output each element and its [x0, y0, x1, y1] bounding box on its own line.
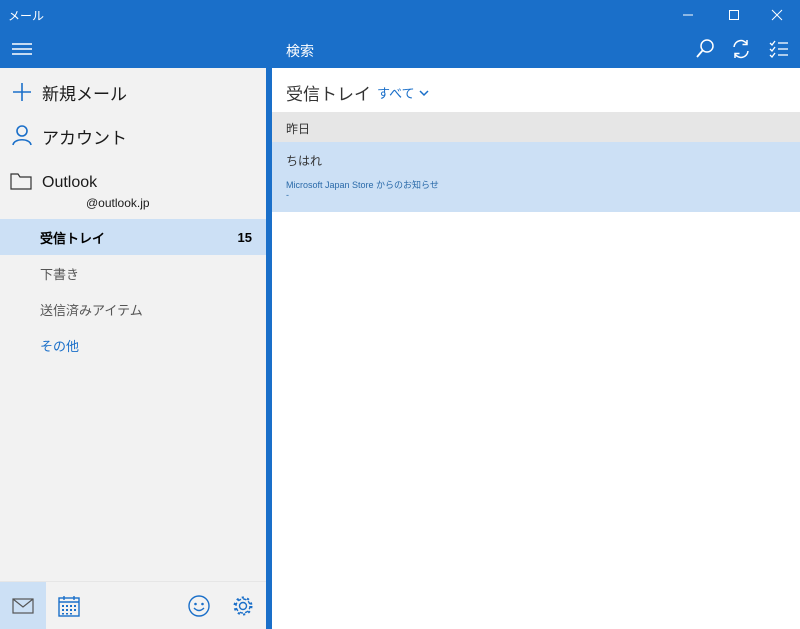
hamburger-icon [12, 43, 32, 55]
window-title: メール [8, 9, 45, 23]
title-bar: メール [0, 0, 800, 30]
mail-switch-button[interactable] [0, 582, 46, 629]
message-preview-extra: - [286, 190, 289, 200]
selection-mode-button[interactable] [768, 38, 790, 60]
app-switcher-bar [0, 581, 266, 629]
message-sender: ちはれ [286, 154, 323, 168]
filter-dropdown[interactable]: すべて [377, 83, 429, 102]
date-group-header: 昨日 [272, 112, 800, 142]
close-icon [771, 9, 783, 21]
sync-icon [733, 39, 749, 59]
unread-count: 15 [237, 229, 252, 245]
settings-icon [233, 596, 253, 616]
select-mode-icon [769, 40, 788, 58]
nav-header [0, 30, 266, 68]
account-email: @outlook.jp [86, 196, 150, 210]
date-group-label: 昨日 [286, 122, 311, 136]
search-bar: 検索 [272, 30, 800, 68]
folder-label: 送信済みアイテム [40, 302, 143, 318]
folder-sent[interactable]: 送信済みアイテム [0, 291, 266, 327]
account-entry[interactable]: Outlook @outlook.jp [0, 165, 266, 217]
folder-title: 受信トレイ [286, 85, 371, 104]
message-preview: Microsoft Japan Store からのお知らせ [286, 180, 439, 190]
chevron-down-icon [419, 89, 429, 96]
minimize-icon [683, 14, 693, 16]
folder-label: 下書き [40, 266, 80, 282]
new-mail-label: 新規メール [42, 84, 127, 104]
hamburger-button[interactable] [12, 40, 32, 58]
account-name: Outlook [42, 174, 98, 191]
sync-button[interactable] [730, 38, 752, 60]
more-folders-link[interactable]: その他 [0, 327, 266, 363]
search-label[interactable]: 検索 [286, 41, 314, 61]
folder-icon [10, 173, 32, 190]
more-label: その他 [40, 338, 80, 354]
account-button[interactable]: アカウント [0, 116, 266, 156]
smiley-icon [188, 595, 210, 617]
maximize-icon [729, 10, 739, 20]
message-list-pane: 検索 受信トレイ すべて 昨日 ちはれ Microsoft Japan Stor… [272, 30, 800, 629]
message-list-item[interactable]: ちはれ Microsoft Japan Store からのお知らせ - [272, 142, 800, 212]
person-icon [12, 125, 32, 146]
search-icon [696, 39, 714, 58]
maximize-button[interactable] [711, 0, 757, 30]
plus-icon [13, 83, 31, 101]
search-button[interactable] [694, 38, 716, 60]
calendar-switch-button[interactable] [46, 582, 92, 629]
feedback-button[interactable] [176, 582, 222, 629]
navigation-pane: 新規メール アカウント Outlook @outlook.jp 受信トレイ 15… [0, 30, 266, 629]
folder-drafts[interactable]: 下書き [0, 255, 266, 291]
folder-inbox[interactable]: 受信トレイ 15 [0, 219, 266, 255]
filter-label: すべて [377, 86, 415, 101]
mail-icon [12, 598, 34, 614]
new-mail-button[interactable]: 新規メール [0, 72, 266, 112]
close-button[interactable] [754, 0, 800, 30]
folder-header: 受信トレイ すべて [272, 68, 800, 112]
folder-label: 受信トレイ [40, 230, 106, 246]
minimize-button[interactable] [665, 0, 711, 30]
settings-button[interactable] [220, 582, 266, 629]
calendar-icon [58, 596, 80, 617]
account-label: アカウント [42, 128, 127, 148]
